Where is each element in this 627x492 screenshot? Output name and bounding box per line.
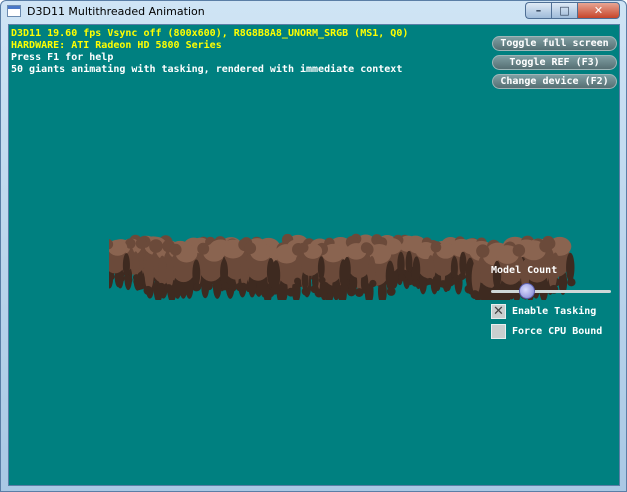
force-cpu-bound-option[interactable]: Force CPU Bound: [491, 323, 602, 339]
force-cpu-bound-label: Force CPU Bound: [512, 325, 603, 337]
minimize-icon: –: [535, 4, 542, 17]
enable-tasking-label: Enable Tasking: [512, 305, 597, 317]
force-cpu-bound-checkbox[interactable]: [491, 323, 506, 339]
maximize-button[interactable]: □: [551, 2, 577, 19]
model-count-slider-thumb[interactable]: [519, 283, 535, 299]
hud-status-line: 50 giants animating with tasking, render…: [11, 64, 403, 75]
close-button[interactable]: ✕: [577, 2, 620, 19]
giants-scene: [109, 233, 576, 300]
window-title: D3D11 Multithreaded Animation: [27, 5, 205, 18]
close-icon: ✕: [593, 4, 604, 17]
hud-hardware-line: HARDWARE: ATI Radeon HD 5800 Series: [11, 40, 222, 51]
model-count-label: Model Count: [491, 265, 558, 276]
enable-tasking-option[interactable]: ✕ Enable Tasking: [491, 303, 596, 319]
model-count-slider-track[interactable]: [491, 290, 611, 293]
enable-tasking-checkbox[interactable]: ✕: [491, 303, 506, 319]
hud-help-line: Press F1 for help: [11, 52, 114, 63]
maximize-icon: □: [559, 4, 570, 17]
title-bar[interactable]: D3D11 Multithreaded Animation – □ ✕: [1, 1, 626, 23]
change-device-button[interactable]: Change device (F2): [492, 74, 617, 89]
toggle-ref-button[interactable]: Toggle REF (F3): [492, 55, 617, 70]
hud-fps-line: D3D11 19.60 fps Vsync off (800x600), R8G…: [11, 28, 409, 39]
caption-buttons: – □ ✕: [525, 2, 620, 19]
app-window-icon: [7, 5, 21, 17]
toggle-full-screen-button[interactable]: Toggle full screen: [492, 36, 617, 51]
app-window: D3D11 Multithreaded Animation – □ ✕ D3D1…: [0, 0, 627, 492]
minimize-button[interactable]: –: [525, 2, 551, 19]
render-viewport[interactable]: D3D11 19.60 fps Vsync off (800x600), R8G…: [8, 24, 620, 486]
